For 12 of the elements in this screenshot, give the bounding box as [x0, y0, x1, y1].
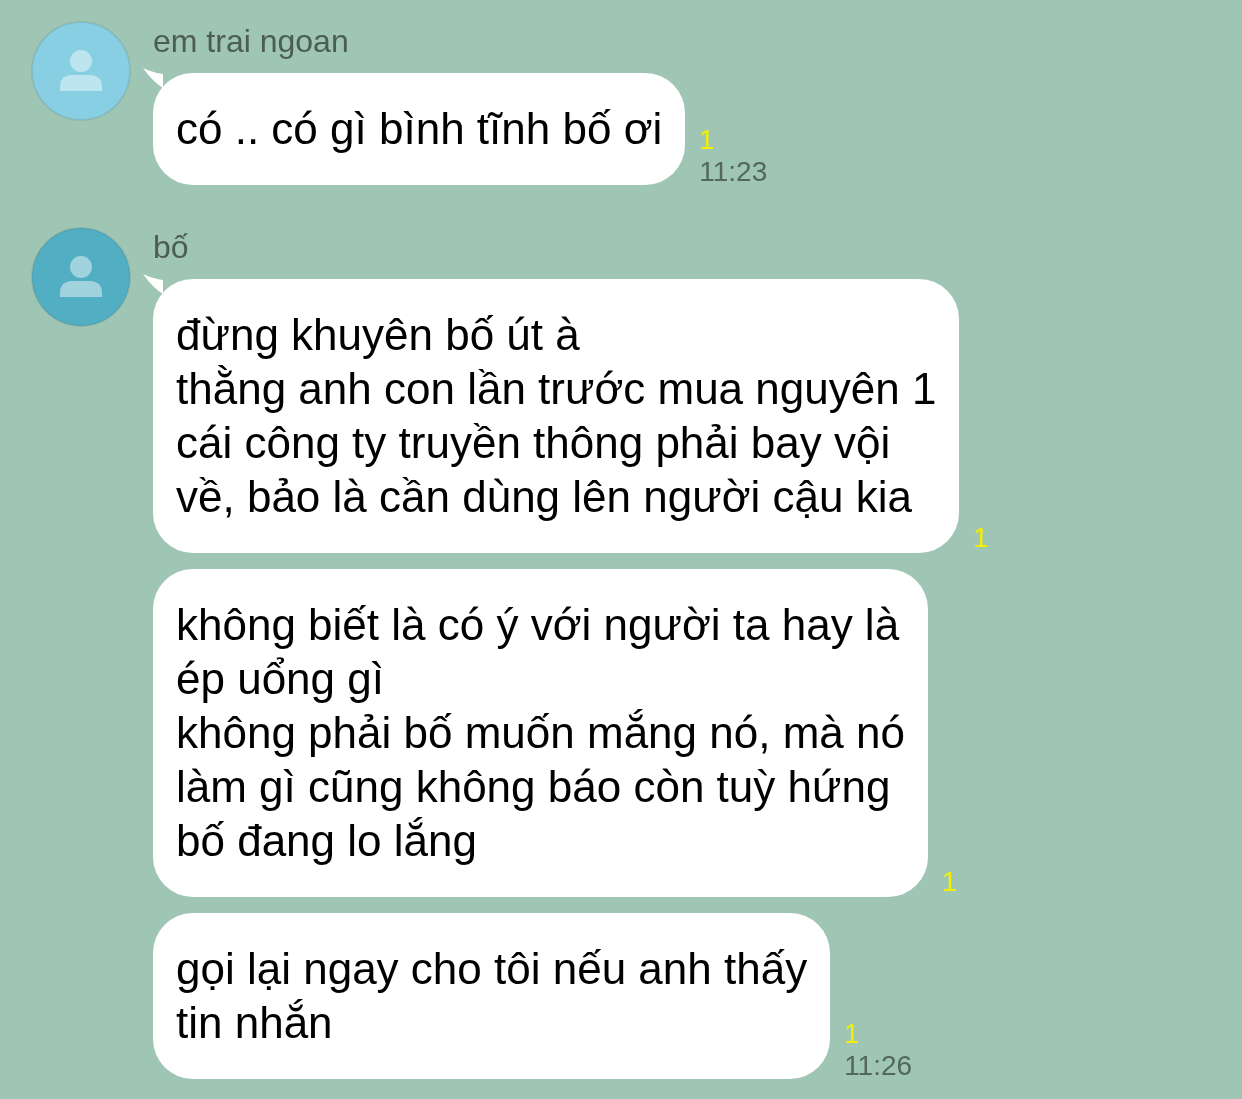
read-count: 1: [941, 867, 957, 897]
read-count: 1: [699, 125, 715, 155]
message-text: không biết là có ý với người ta hay là ép uổng gì không phải bố muốn mắng nó, mà nó làm gì cũng không báo còn tuỳ hứng bố đang lo lắng: [176, 599, 905, 867]
message-time: 11:23: [699, 155, 768, 189]
message-time: 11:26: [844, 1049, 913, 1083]
sender-name: bố: [153, 228, 189, 267]
read-count: 1: [844, 1019, 860, 1049]
message-text: đừng khuyên bố út à thằng anh con lần trước mua nguyên 1 cái công ty truyền thông phải bay vội về, bảo là cần dùng lên người cậu kia: [176, 309, 937, 523]
read-count: 1: [973, 523, 989, 553]
message-text: có .. có gì bình tĩnh bố ơi: [176, 103, 663, 155]
message-text: gọi lại ngay cho tôi nếu anh thấy tin nhắn: [176, 943, 808, 1049]
sender-name: em trai ngoan: [153, 22, 349, 61]
